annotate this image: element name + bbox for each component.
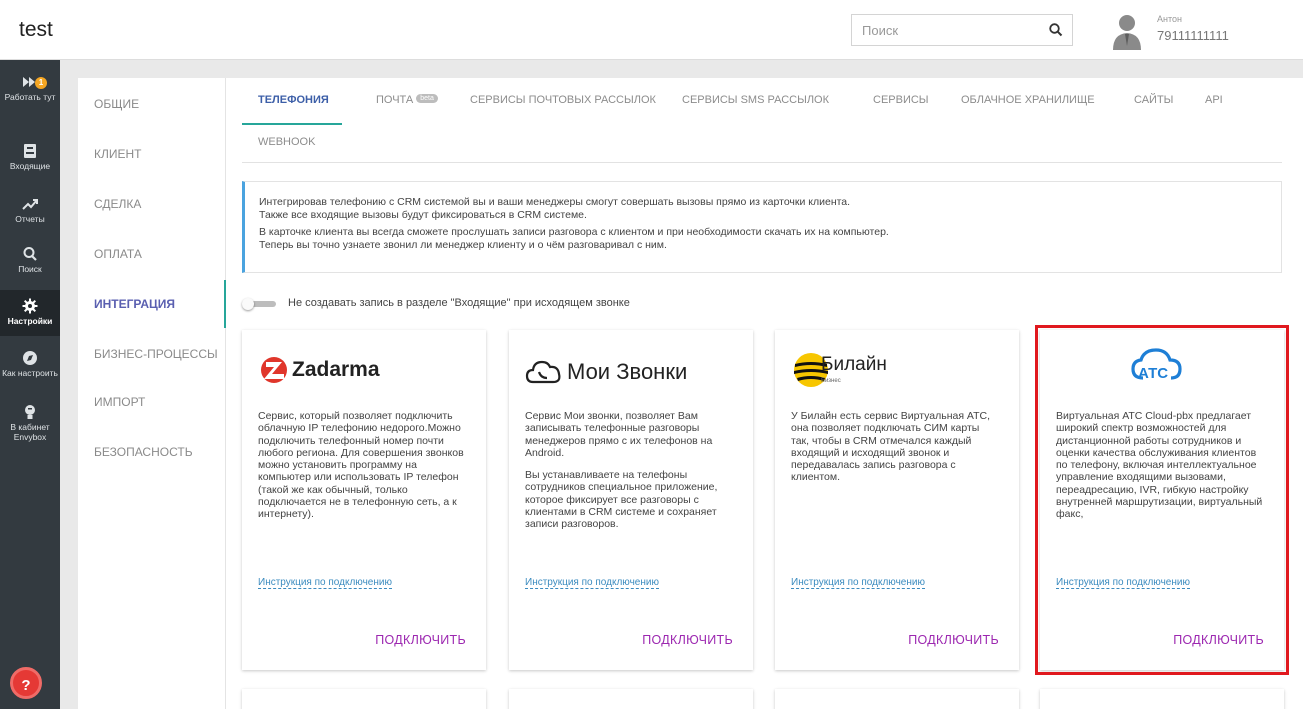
- trend-up-icon: [22, 199, 38, 210]
- sidebar-item-work[interactable]: 1 Работать тут: [0, 74, 60, 102]
- main-sidebar: 1 Работать тут Входящие Отчеты Поиск Нас…: [0, 60, 60, 709]
- settings-panel: Общие Клиент Сделка Оплата Интеграция Би…: [78, 78, 1303, 709]
- sidebar-item-label: В кабинет Envybox: [10, 422, 50, 442]
- card-title: Zadarma: [292, 358, 380, 381]
- toggle-label: Не создавать запись в разделе "Входящие"…: [288, 297, 630, 309]
- sidebar-item-label: Настройки: [7, 316, 53, 326]
- search-icon: [23, 247, 37, 261]
- connect-button[interactable]: Подключить: [375, 633, 466, 647]
- instruction-link[interactable]: Инструкция по подключению: [1056, 577, 1190, 589]
- search-input[interactable]: [852, 15, 1032, 45]
- integration-tabs: Телефония Почта beta Сервисы почтовых рас…: [242, 78, 1282, 163]
- tab-api[interactable]: API: [1205, 94, 1223, 106]
- card-description-text: Виртуальная АТС Cloud-pbx предлагает шир…: [1056, 410, 1263, 521]
- sidebar-item-inbox[interactable]: Входящие: [0, 143, 60, 171]
- avatar[interactable]: [1111, 12, 1143, 50]
- gear-icon: [22, 298, 38, 314]
- compass-icon: [23, 351, 37, 365]
- card-description-text: У Билайн есть сервис Виртуальная АТС, он…: [791, 410, 991, 484]
- section-import[interactable]: Импорт: [78, 378, 226, 426]
- tab-sites[interactable]: Сайты: [1134, 94, 1173, 106]
- tab-email-services[interactable]: Сервисы почтовых рассылок: [470, 94, 656, 106]
- help-button[interactable]: ?: [10, 667, 42, 699]
- card-description-text: Сервис, который позволяет подключить обл…: [258, 410, 464, 521]
- outgoing-call-toggle[interactable]: [242, 298, 276, 310]
- sidebar-item-howto[interactable]: Как настроить: [0, 350, 60, 378]
- integration-card-stub: [775, 689, 1019, 709]
- sidebar-item-cabinet[interactable]: В кабинет Envybox: [0, 404, 60, 442]
- integration-card-cloud-pbx: АТС Виртуальная АТС Cloud-pbx предлагает…: [1035, 325, 1289, 675]
- app-title: test: [19, 18, 53, 41]
- settings-section-nav: Общие Клиент Сделка Оплата Интеграция Би…: [78, 78, 226, 709]
- instruction-link[interactable]: Инструкция по подключению: [525, 577, 659, 589]
- search-icon[interactable]: [1048, 22, 1064, 38]
- sidebar-item-label: Входящие: [9, 161, 51, 171]
- tab-mail[interactable]: Почта beta: [376, 94, 438, 106]
- sidebar-item-settings[interactable]: Настройки: [0, 290, 60, 336]
- card-description: Сервис Мои звонки, позволяет Вам записыв…: [525, 410, 733, 531]
- section-business-processes[interactable]: Бизнес-процессы: [78, 330, 226, 378]
- top-bar: test Антон 79111111111: [0, 0, 1303, 60]
- integration-card-stub: [242, 689, 486, 709]
- info-text: Интегрировав телефонию с CRM системой вы…: [259, 196, 851, 208]
- section-client[interactable]: Клиент: [78, 130, 226, 178]
- info-text: Также все входящие вызовы будут фиксиров…: [259, 209, 587, 221]
- card-title: Билайн: [821, 354, 887, 375]
- info-text: Теперь вы точно узнаете звонил ли менедж…: [259, 239, 667, 251]
- section-integration[interactable]: Интеграция: [78, 280, 226, 328]
- card-description: Виртуальная АТС Cloud-pbx предлагает шир…: [1056, 410, 1264, 521]
- sidebar-item-label: Как настроить: [2, 368, 58, 378]
- toggle-knob: [242, 298, 254, 310]
- section-payment[interactable]: Оплата: [78, 230, 226, 278]
- card-description-text: Вы устанавливаете на телефоны сотруднико…: [525, 469, 718, 531]
- card-description-text: Сервис Мои звонки, позволяет Вам записыв…: [525, 410, 713, 459]
- card-title: АТС: [1138, 365, 1169, 382]
- sidebar-item-label: Отчеты: [15, 214, 45, 224]
- integration-card-stub: [1040, 689, 1284, 709]
- search-box[interactable]: [851, 14, 1073, 46]
- connect-button[interactable]: Подключить: [1173, 633, 1264, 647]
- tab-webhook[interactable]: Webhook: [258, 136, 315, 148]
- beta-badge: beta: [416, 94, 438, 103]
- sidebar-item-label: Поиск: [18, 264, 42, 274]
- integration-card-moizvonki: Мои Звонки Сервис Мои звонки, позволяет …: [509, 330, 753, 670]
- integration-card-zadarma: Zadarma Сервис, который позволяет подклю…: [242, 330, 486, 670]
- card-description: Сервис, который позволяет подключить обл…: [258, 410, 466, 521]
- user-phone: 79111111111: [1157, 28, 1229, 43]
- instruction-link[interactable]: Инструкция по подключению: [791, 577, 925, 589]
- info-text: В карточке клиента вы всегда сможете про…: [259, 226, 889, 238]
- user-name: Антон: [1157, 14, 1182, 24]
- tab-sms-services[interactable]: Сервисы SMS рассылок: [682, 94, 829, 106]
- card-subtitle: Бизнес: [821, 378, 841, 384]
- integration-card-stub: [509, 689, 753, 709]
- section-deal[interactable]: Сделка: [78, 180, 226, 228]
- notification-badge: 1: [35, 77, 47, 89]
- tab-services[interactable]: Сервисы: [873, 94, 929, 106]
- sidebar-item-reports[interactable]: Отчеты: [0, 196, 60, 224]
- info-box: Интегрировав телефонию с CRM системой вы…: [242, 181, 1282, 273]
- card-title: Мои Звонки: [567, 359, 688, 384]
- cabinet-icon: [25, 405, 35, 419]
- sidebar-item-search[interactable]: Поиск: [0, 246, 60, 274]
- connect-button[interactable]: Подключить: [908, 633, 999, 647]
- card-description: У Билайн есть сервис Виртуальная АТС, он…: [791, 410, 999, 484]
- section-security[interactable]: Безопасность: [78, 428, 226, 476]
- section-general[interactable]: Общие: [78, 80, 226, 128]
- active-tab-indicator: [242, 123, 342, 125]
- inbox-icon: [24, 144, 36, 158]
- tab-label: Почта: [376, 94, 414, 106]
- tab-cloud-storage[interactable]: Облачное хранилище: [961, 94, 1095, 106]
- connect-button[interactable]: Подключить: [642, 633, 733, 647]
- tab-telephony[interactable]: Телефония: [258, 94, 329, 106]
- integration-card-beeline: Билайн Бизнес У Билайн есть сервис Вирту…: [775, 330, 1019, 670]
- sidebar-item-label: Работать тут: [4, 92, 56, 102]
- instruction-link[interactable]: Инструкция по подключению: [258, 577, 392, 589]
